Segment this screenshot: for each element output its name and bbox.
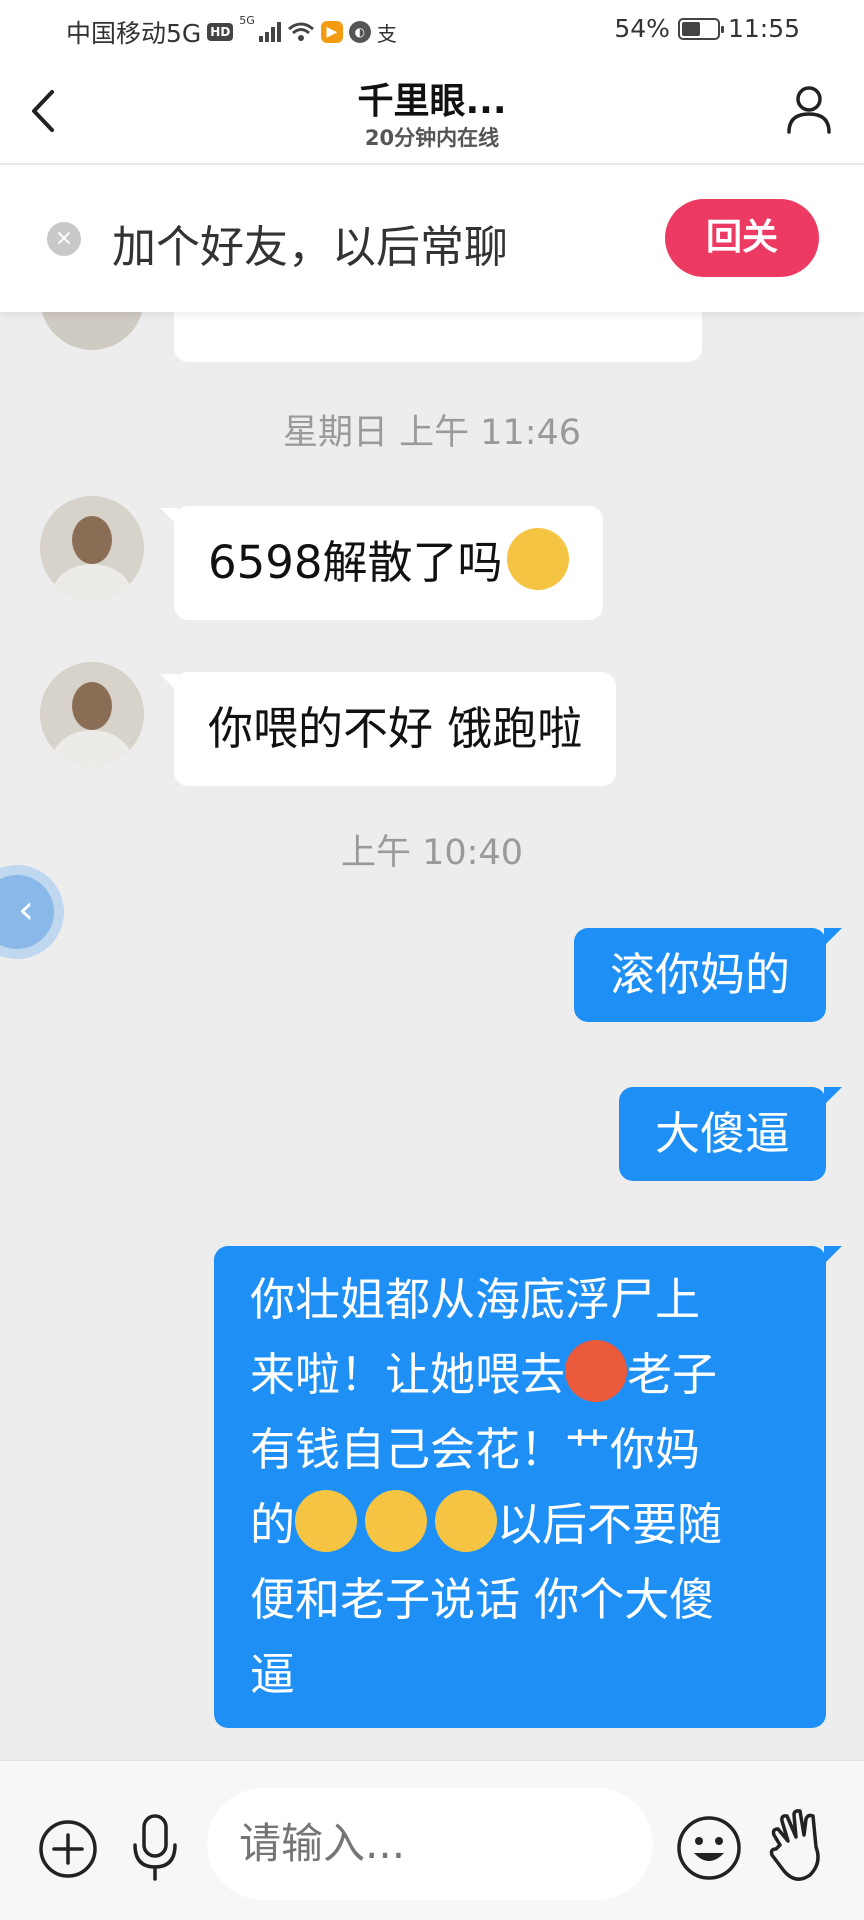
wifi-icon [287,22,314,41]
message-input[interactable] [207,1788,653,1900]
video-app-icon: ▶ [320,21,343,43]
message-bubble-own[interactable]: 滚你妈的 [573,928,826,1022]
status-bar: 中国移动5G HD 5G ▶ ◐ 支 54% 11:55 [0,0,864,58]
profile-icon[interactable] [784,84,834,136]
follow-back-button[interactable]: 回关 [665,199,819,277]
mic-icon[interactable] [130,1813,180,1883]
angry-emoji-icon [565,1340,628,1402]
message-text: 大傻逼 [654,1107,790,1160]
close-circle-icon: ‹ [0,875,54,949]
battery-percent: 54% [614,14,670,43]
message-bubble-partial[interactable] [174,312,702,362]
message-line: 你壮姐都从海底浮尸上 [250,1273,701,1326]
status-right: 54% 11:55 [614,14,800,43]
carrier-label: 中国移动5G [66,19,202,48]
message-line: 逼 [250,1648,296,1701]
message-bubble[interactable]: 你喂的不好 饿跑啦 [174,672,617,786]
message-text: 你喂的不好 饿跑啦 [208,702,583,755]
close-icon[interactable]: × [47,222,81,256]
bubble-tail [824,928,842,946]
plus-icon[interactable] [38,1819,98,1879]
banner-text: 加个好友，以后常聊 [112,222,508,273]
message-line: 便和老子说话 你个大傻 [250,1573,715,1626]
avatar[interactable] [40,496,144,600]
battery-icon [677,17,724,40]
hd-badge: HD [207,23,234,41]
message-text: 6598解散了吗 [208,536,503,589]
bubble-tail [824,1246,842,1264]
person-photo-icon [40,662,144,766]
bubble-tail [824,1087,842,1105]
alipay-icon: 支 [376,21,397,46]
person-photo-icon [40,496,144,600]
chat-title: 千里眼... [357,81,507,122]
signal-icon [258,22,281,42]
app-notification-icon: ◐ [348,21,371,43]
follow-banner: × 加个好友，以后常聊 回关 [0,165,864,312]
frying-pan-emoji-icon [295,1490,358,1552]
frying-pan-emoji-icon [365,1490,428,1552]
message-text: 滚你妈的 [609,948,790,1001]
message-bubble-own[interactable]: 你壮姐都从海底浮尸上 来啦！让她喂去 老子 有钱自己会花！艹你妈 的以后不要随 便… [214,1246,826,1728]
chat-area[interactable]: 星期日 上午 11:46 6598解散了吗 你喂的不好 饿跑啦 上午 10:40… [0,312,864,1760]
emoji-icon[interactable] [676,1815,742,1881]
message-bubble-own[interactable]: 大傻逼 [618,1087,826,1181]
message-line: 有钱自己会花！艹你妈 [250,1423,701,1476]
status-left: 中国移动5G HD 5G ▶ ◐ 支 [66,14,397,50]
chat-header: 千里眼... 20分钟内在线 [0,58,864,164]
network-type-label: 5G [239,14,255,27]
frying-pan-emoji-icon [435,1490,498,1552]
input-bar [0,1760,864,1920]
wave-hand-icon[interactable] [766,1807,832,1883]
timestamp: 星期日 上午 11:46 [282,413,582,453]
unamused-emoji-icon [506,528,569,590]
message-bubble[interactable]: 6598解散了吗 [174,506,603,620]
clock: 11:55 [727,14,800,43]
floating-collapse-button[interactable]: ‹ [0,865,64,959]
avatar[interactable] [40,312,144,350]
online-status: 20分钟内在线 [364,126,500,150]
timestamp: 上午 10:40 [341,833,523,873]
avatar[interactable] [40,662,144,766]
message-line: 的以后不要随 [250,1487,790,1562]
message-line: 来啦！让她喂去 老子 [250,1337,790,1412]
